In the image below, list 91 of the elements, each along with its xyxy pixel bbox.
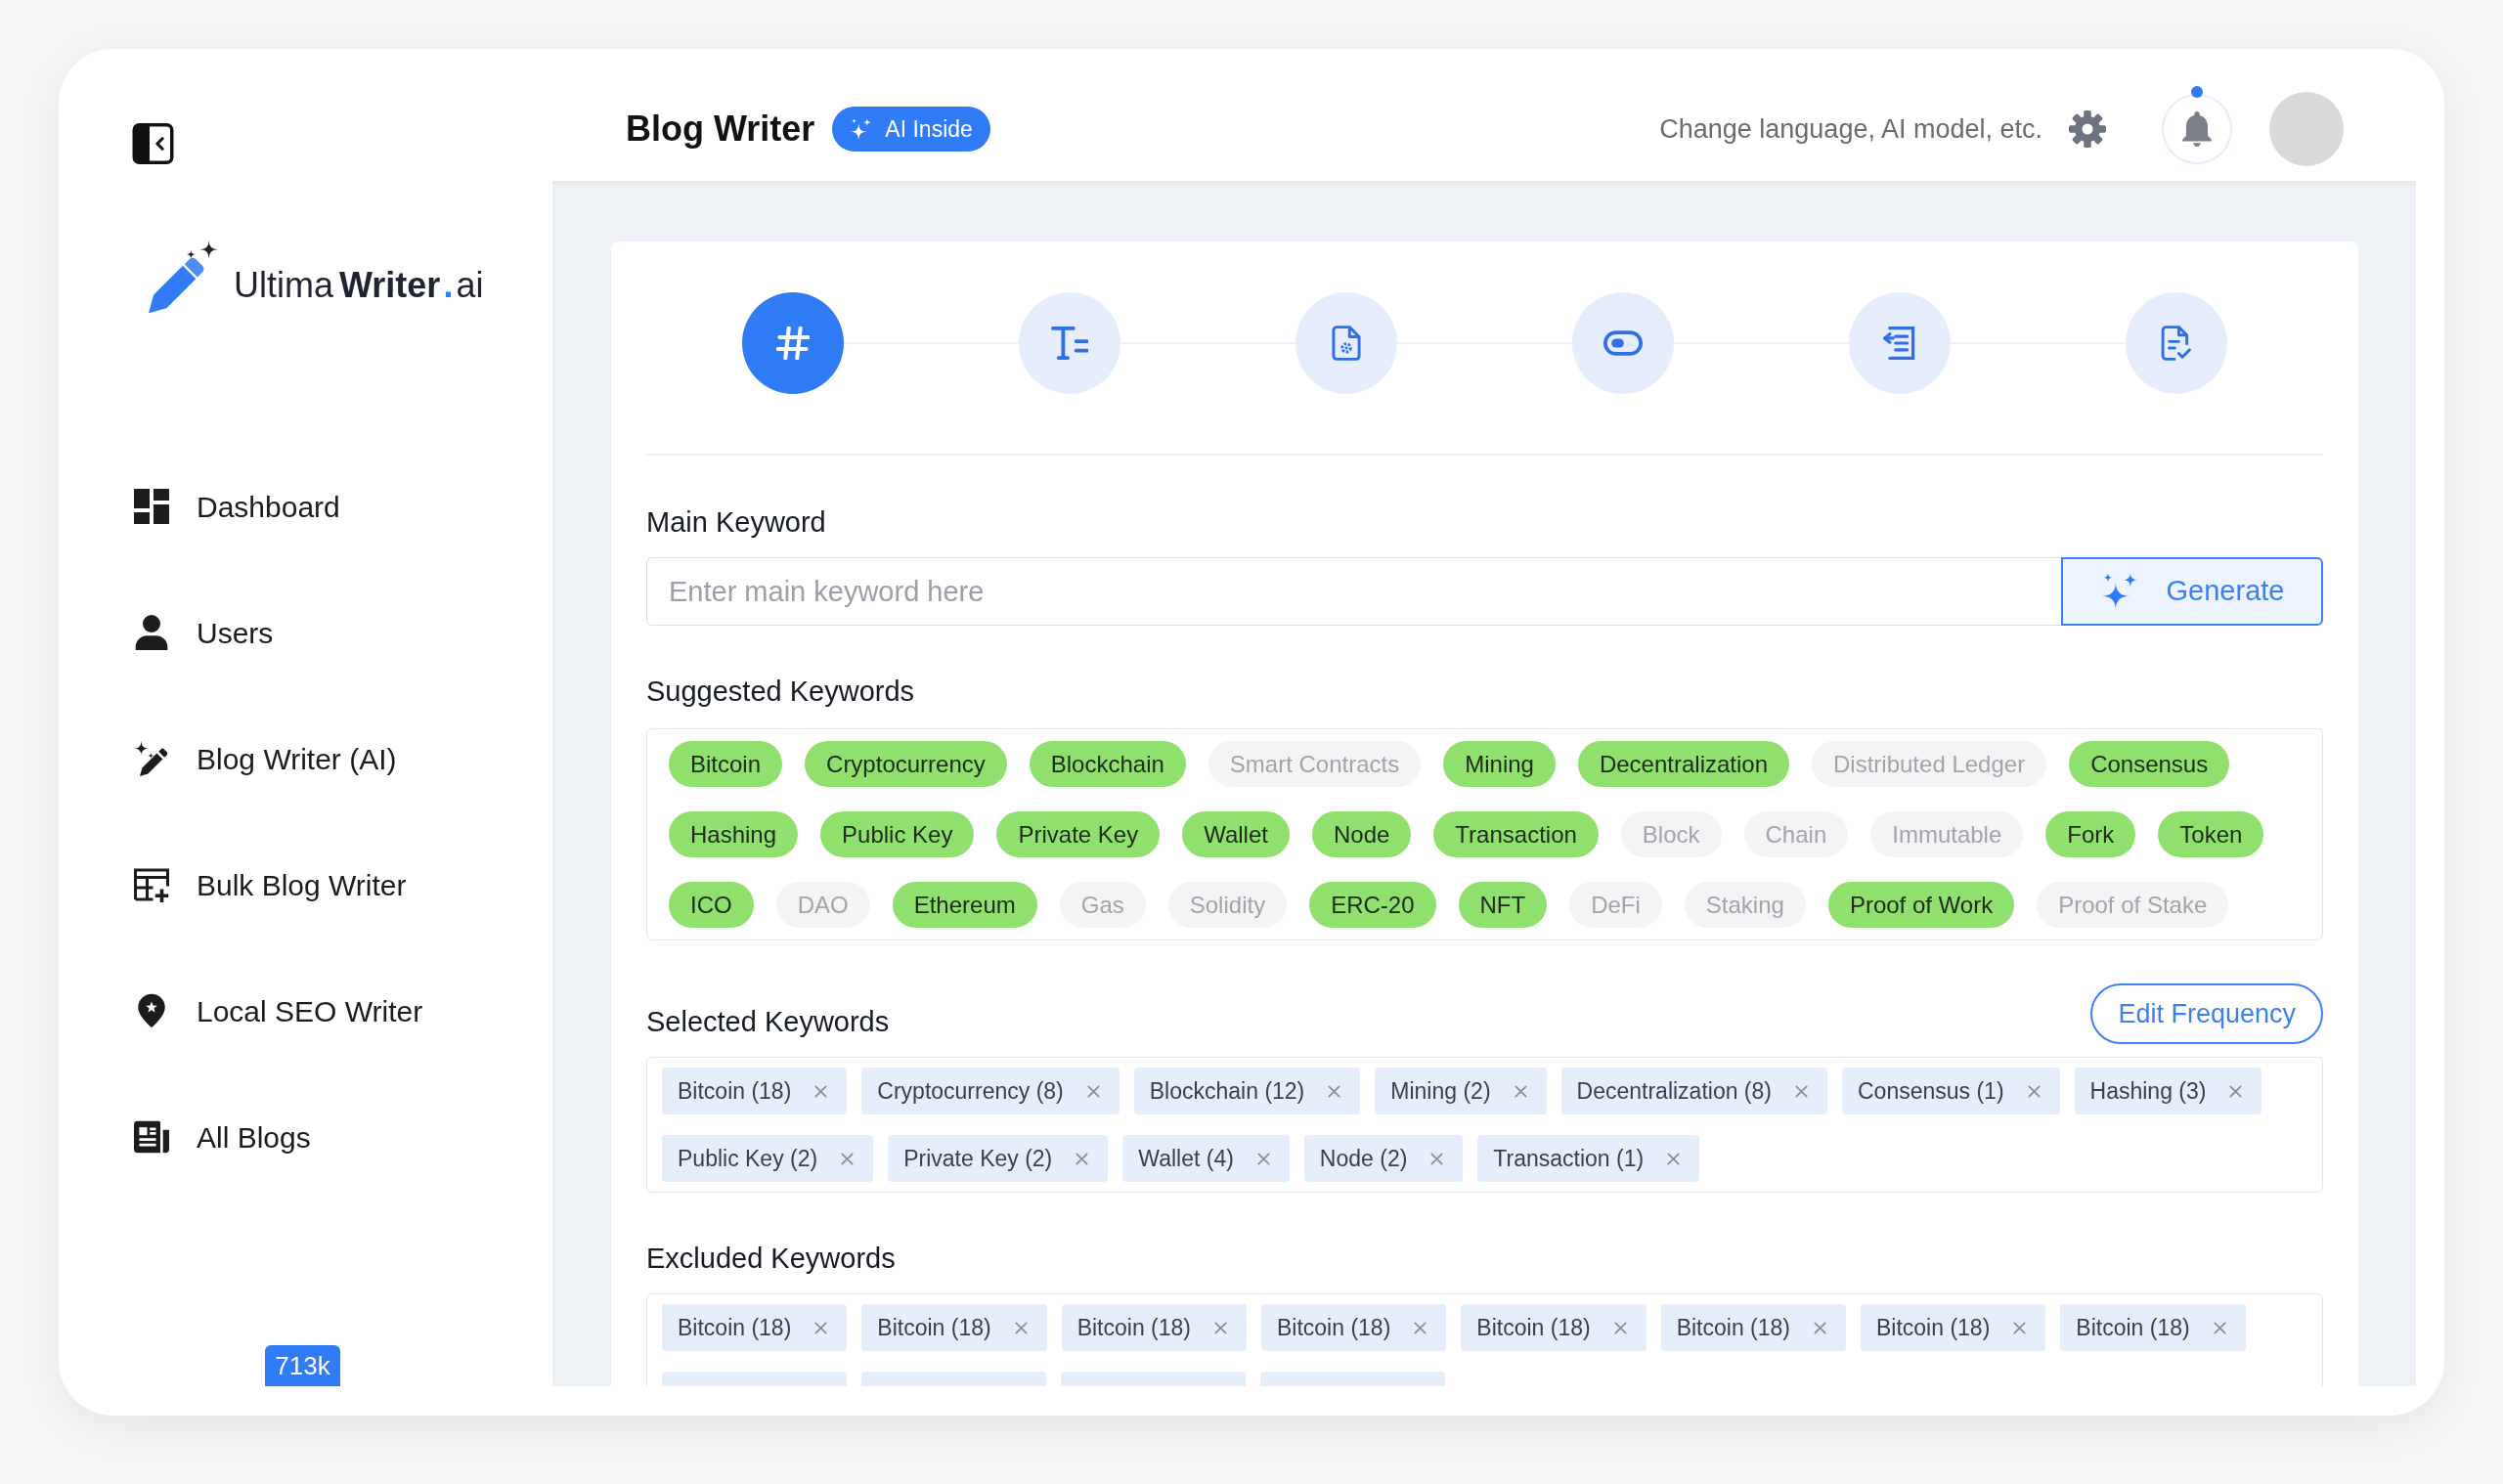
settings-icon[interactable] [2069, 110, 2106, 148]
sparkle-icon [850, 118, 872, 140]
ai-badge-label: AI Inside [885, 114, 973, 144]
close-icon[interactable] [1328, 1084, 1341, 1098]
keyword-chip[interactable]: Cryptocurrency [805, 741, 1007, 787]
keyword-chip[interactable]: Decentralization [1577, 741, 1789, 787]
close-icon[interactable] [2027, 1084, 2041, 1098]
close-icon[interactable] [1086, 1084, 1100, 1098]
page-title: Blog Writer [626, 108, 815, 151]
keyword-label: Blockchain (12) [1149, 1076, 1305, 1106]
section-heading: Main Keyword [646, 505, 827, 540]
keyword-chip[interactable]: Fork [2045, 811, 2136, 857]
keyword-chip[interactable]: Blockchain [1029, 741, 1186, 787]
keyword-label: Private Key (2) [903, 1144, 1053, 1173]
document-check-icon [2161, 326, 2192, 361]
keyword-label: Transaction (1) [1493, 1144, 1645, 1173]
bell-icon [2182, 111, 2212, 147]
nav-item[interactable]: Local SEO Writer [132, 982, 427, 1040]
pen-sparkle-icon [134, 741, 169, 776]
edit-frequency-button[interactable]: Edit Frequency [2090, 983, 2323, 1044]
settings-hint: Change language, AI model, etc. [1659, 112, 2042, 146]
keyword-chip[interactable]: Node [1311, 811, 1412, 857]
keyword-label: Bitcoin (18) [1076, 1313, 1191, 1342]
keyword-label: Bitcoin (18) [1875, 1313, 1991, 1342]
keyword-chip[interactable]: Consensus [2069, 741, 2230, 787]
keyword-chip[interactable]: Hashing [669, 811, 799, 857]
keyword-label: Bitcoin (18) [1676, 1313, 1790, 1342]
keyword-label: Wallet (4) [1138, 1144, 1234, 1173]
close-icon[interactable] [1214, 1321, 1227, 1334]
keyword-chip[interactable]: Bitcoin [669, 741, 783, 787]
close-icon[interactable] [1813, 1321, 1826, 1334]
close-icon[interactable] [814, 1321, 828, 1334]
keyword-label: Mining (2) [1390, 1076, 1491, 1106]
keyword-label: Bitcoin (18) [1277, 1313, 1391, 1342]
keyword-chip[interactable]: Private Key [996, 811, 1161, 857]
section-heading: Suggested Keywords [646, 675, 916, 709]
text-format-icon [1051, 327, 1088, 360]
sidebar-toggle-icon[interactable] [132, 123, 174, 164]
keyword-chip[interactable]: Mining [1443, 741, 1556, 787]
keyword-label: Bitcoin (18) [2076, 1313, 2190, 1342]
logo-text: Ultima Writer.ai [234, 264, 484, 307]
credits-count: 713k [265, 1345, 340, 1386]
person-icon [134, 615, 169, 650]
keyword-label: Bitcoin (18) [877, 1313, 991, 1342]
close-icon[interactable] [1430, 1152, 1444, 1165]
close-icon[interactable] [1795, 1084, 1808, 1098]
keyword-label: Bitcoin (18) [678, 1313, 792, 1342]
section-heading: Selected Keywords [646, 1005, 890, 1039]
section-heading: Excluded Keywords [646, 1242, 897, 1276]
hash-icon [776, 327, 810, 360]
keyword-label: Node (2) [1319, 1144, 1408, 1173]
close-icon[interactable] [1613, 1321, 1627, 1334]
nav-item[interactable]: Dashboard [132, 477, 344, 536]
keyword-chip[interactable]: Proof of Work [1827, 882, 2015, 928]
nav-item[interactable]: Blog Writer (AI) [132, 729, 401, 788]
calendar-plus-icon [134, 867, 169, 902]
keyword-chip[interactable]: Token [2158, 811, 2264, 857]
keyword-chip[interactable]: Ethereum [892, 882, 1037, 928]
keyword-chip[interactable]: Public Key [820, 811, 975, 857]
newspaper-icon [134, 1119, 169, 1155]
close-icon[interactable] [2213, 1321, 2226, 1334]
keyword-label: Consensus (1) [1858, 1076, 2004, 1106]
close-icon[interactable] [841, 1152, 855, 1165]
keyword-label: Bitcoin (18) [678, 1076, 792, 1106]
close-icon[interactable] [1514, 1084, 1527, 1098]
keyword-label: Bitcoin (18) [1476, 1313, 1591, 1342]
close-icon[interactable] [2013, 1321, 2027, 1334]
close-icon[interactable] [2229, 1084, 2243, 1098]
list-document-icon [1883, 327, 1916, 360]
keyword-chip[interactable]: Wallet [1182, 811, 1290, 857]
dashboard-icon [134, 489, 169, 524]
keyword-chip[interactable]: NFT [1458, 882, 1548, 928]
keyword-chip[interactable]: ERC-20 [1309, 882, 1436, 928]
nav-item[interactable]: Users [132, 603, 278, 662]
document-gear-icon [1332, 326, 1361, 361]
keyword-input[interactable]: Enter main keyword here [646, 557, 2061, 626]
close-icon[interactable] [1256, 1152, 1270, 1165]
keyword-chip[interactable]: Transaction [1433, 811, 1599, 857]
nav-item[interactable]: All Blogs [132, 1108, 315, 1166]
keyword-label: Hashing (3) [2089, 1076, 2207, 1106]
toggle-switch-icon [1603, 330, 1643, 356]
keyword-label: Public Key (2) [678, 1144, 818, 1173]
keyword-chip[interactable]: ICO [669, 882, 754, 928]
close-icon[interactable] [1667, 1152, 1681, 1165]
keyword-label: Cryptocurrency (8) [877, 1076, 1064, 1106]
close-icon[interactable] [814, 1084, 828, 1098]
close-icon[interactable] [1076, 1152, 1089, 1165]
close-icon[interactable] [1414, 1321, 1427, 1334]
keyword-label: Decentralization (8) [1576, 1076, 1772, 1106]
close-icon[interactable] [1014, 1321, 1028, 1334]
nav-item[interactable]: Bulk Blog Writer [132, 855, 411, 914]
